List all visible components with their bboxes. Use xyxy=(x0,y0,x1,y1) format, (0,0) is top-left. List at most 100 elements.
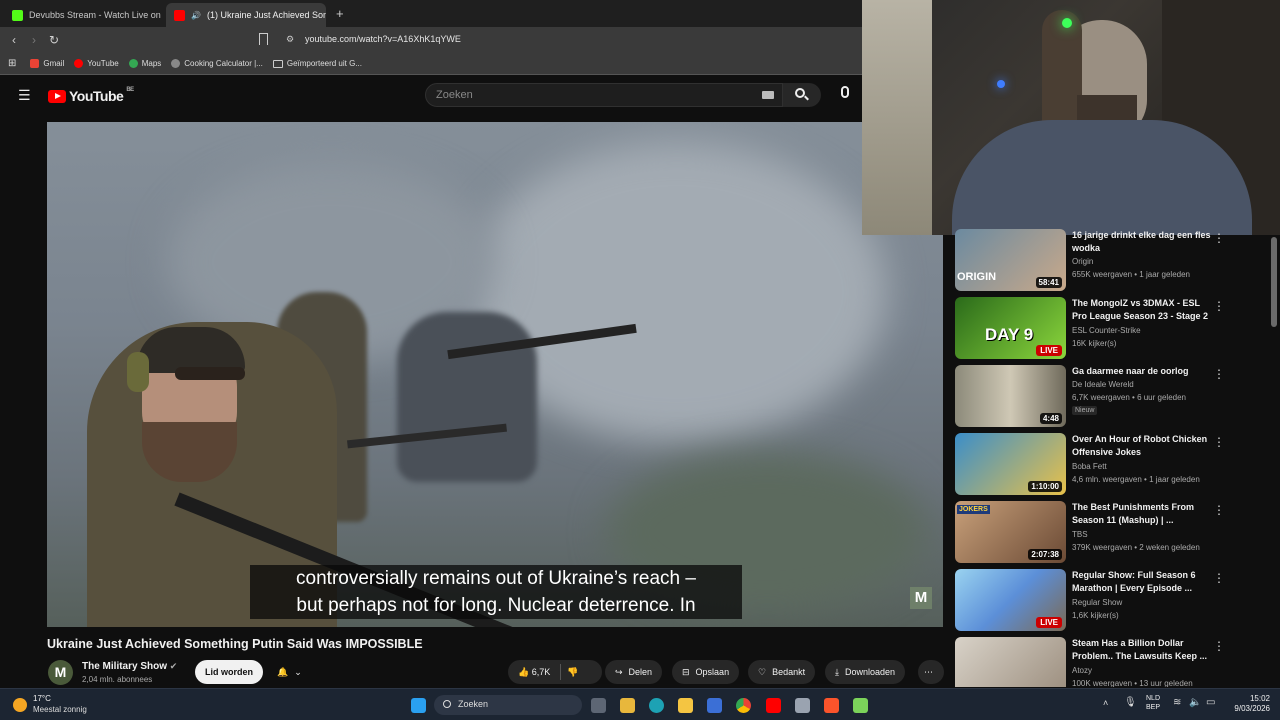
recommended-video[interactable]: 4:48 Ga daarmee naar de oorlog De Ideale… xyxy=(955,365,1277,427)
more-options-icon[interactable]: ⋮ xyxy=(1213,231,1225,245)
video-thumbnail[interactable]: 4:48 xyxy=(955,365,1066,427)
weather-sun-icon[interactable] xyxy=(13,698,27,712)
forward-button[interactable]: › xyxy=(24,33,44,47)
thanks-button[interactable]: ♡ Bedankt xyxy=(748,660,816,684)
video-title[interactable]: 16 jarige drinkt elke dag een fles wodka xyxy=(1072,229,1212,255)
calculator-icon[interactable] xyxy=(795,698,810,713)
more-options-icon[interactable]: ⋮ xyxy=(1213,435,1225,449)
channel-name[interactable]: Origin xyxy=(1072,257,1093,266)
video-title[interactable]: Steam Has a Billion Dollar Problem.. The… xyxy=(1072,637,1212,663)
search-button[interactable] xyxy=(783,83,821,107)
channel-name[interactable]: TBS xyxy=(1072,530,1088,539)
more-options-icon[interactable]: ⋮ xyxy=(1213,367,1225,381)
weather-temp[interactable]: 17°C xyxy=(33,694,51,703)
brave-browser-icon[interactable] xyxy=(824,698,839,713)
battery-icon[interactable]: ▭ xyxy=(1206,697,1215,708)
video-title[interactable]: The Best Punishments From Season 11 (Mas… xyxy=(1072,501,1212,527)
mail-icon[interactable] xyxy=(707,698,722,713)
recommended-video[interactable]: DAY 9 LIVE The MongolZ vs 3DMAX - ESL Pr… xyxy=(955,297,1277,359)
dislike-button[interactable]: 👎 xyxy=(567,667,578,678)
notifications-button[interactable]: 🔔 ⌄ xyxy=(267,660,312,684)
new-tab-button[interactable]: + xyxy=(336,6,344,21)
youtube-play-icon xyxy=(48,89,66,103)
microphone-icon[interactable] xyxy=(841,86,849,98)
windows-start-icon[interactable] xyxy=(411,698,426,713)
chrome-browser-icon[interactable] xyxy=(736,698,751,713)
share-button[interactable]: ↪ Delen xyxy=(605,660,663,684)
duration-badge: 58:41 xyxy=(1035,277,1062,288)
keyboard-icon[interactable] xyxy=(762,91,774,99)
microphone-tray-icon[interactable]: 🎙 xyxy=(1124,697,1137,708)
more-options-icon[interactable]: ⋮ xyxy=(1213,299,1225,313)
windows-taskbar: 17°C Meestal zonnig Zoeken ˄ 🎙 NLD BEP ≋… xyxy=(0,688,1280,720)
video-meta: 6,7K weergaven • 6 uur geleden xyxy=(1072,393,1186,402)
channel-name-main[interactable]: The Military Show ✔ xyxy=(82,661,177,672)
save-button[interactable]: ⊟ Opslaan xyxy=(672,660,740,684)
language-indicator[interactable]: NLD BEP xyxy=(1146,694,1160,712)
channel-avatar[interactable]: M xyxy=(48,660,73,685)
wifi-icon[interactable]: ≋ xyxy=(1173,697,1181,708)
tab-youtube-video[interactable]: 🔊 (1) Ukraine Just Achieved Som × xyxy=(166,3,326,27)
video-thumbnail[interactable]: LIVE xyxy=(955,569,1066,631)
video-thumbnail[interactable]: DAY 9 LIVE xyxy=(955,297,1066,359)
video-player[interactable]: controversially remains out of Ukraine’s… xyxy=(47,122,943,627)
clock[interactable]: 15:02 9/03/2026 xyxy=(1226,694,1270,714)
recommended-video[interactable]: LIVE Regular Show: Full Season 6 Maratho… xyxy=(955,569,1277,631)
video-meta: 16K kijker(s) xyxy=(1072,339,1117,348)
channel-watermark[interactable]: M xyxy=(910,587,932,609)
like-button[interactable]: 👍 6,7K xyxy=(518,667,550,678)
more-options-icon[interactable]: ⋮ xyxy=(1213,639,1225,653)
live-badge: LIVE xyxy=(1036,345,1062,356)
channel-name[interactable]: Atozy xyxy=(1072,666,1092,675)
join-button[interactable]: Lid worden xyxy=(195,660,263,684)
channel-name[interactable]: Regular Show xyxy=(1072,598,1122,607)
more-actions-button[interactable]: ⋯ xyxy=(918,660,944,684)
video-title[interactable]: Regular Show: Full Season 6 Marathon | E… xyxy=(1072,569,1212,595)
download-button[interactable]: ⤓ Downloaden xyxy=(825,660,906,684)
back-button[interactable]: ‹ xyxy=(4,33,24,47)
bookmark-cooking-calculator[interactable]: Cooking Calculator |... xyxy=(171,59,263,68)
video-title[interactable]: The MongolZ vs 3DMAX - ESL Pro League Se… xyxy=(1072,297,1212,323)
bookmark-folder-imported[interactable]: Geïmporteerd uit G... xyxy=(272,59,362,68)
logo-region: BE xyxy=(126,87,134,93)
weather-desc[interactable]: Meestal zonnig xyxy=(33,705,87,714)
youtube-app-icon[interactable] xyxy=(766,698,781,713)
video-thumbnail[interactable]: JOKERS 2:07:38 xyxy=(955,501,1066,563)
youtube-logo[interactable]: YouTube BE xyxy=(48,87,134,104)
obs-recording-icon[interactable] xyxy=(853,698,868,713)
bookmark-youtube[interactable]: YouTube xyxy=(74,59,119,68)
channel-name[interactable]: Boba Fett xyxy=(1072,462,1107,471)
taskbar-search[interactable]: Zoeken xyxy=(434,695,582,715)
recommended-video[interactable]: Steam Has a Billion Dollar Problem.. The… xyxy=(955,637,1277,687)
task-view-icon[interactable] xyxy=(591,698,606,713)
menu-hamburger-icon[interactable]: ☰ xyxy=(18,87,31,104)
volume-icon[interactable]: 🔈 xyxy=(1189,697,1201,708)
bookmark-icon[interactable] xyxy=(259,33,268,45)
video-thumbnail[interactable] xyxy=(955,637,1066,687)
video-title[interactable]: Ga daarmee naar de oorlog xyxy=(1072,365,1212,378)
sidebar-scrollbar[interactable] xyxy=(1271,237,1277,327)
recommended-video[interactable]: JOKERS 2:07:38 The Best Punishments From… xyxy=(955,501,1277,563)
bookmark-label: Cooking Calculator |... xyxy=(184,59,263,68)
channel-name[interactable]: ESL Counter-Strike xyxy=(1072,326,1141,335)
more-options-icon[interactable]: ⋮ xyxy=(1213,571,1225,585)
video-thumbnail[interactable]: 1:10:00 xyxy=(955,433,1066,495)
tab-devubbs-stream[interactable]: Devubbs Stream - Watch Live on xyxy=(4,3,162,27)
recommended-video[interactable]: ORIGIN 58:41 16 jarige drinkt elke dag e… xyxy=(955,229,1277,291)
url-field[interactable]: youtube.com/watch?v=A16XhK1qYWE xyxy=(305,34,461,44)
bookmark-maps[interactable]: Maps xyxy=(128,59,161,68)
search-input[interactable]: Zoeken xyxy=(425,83,783,107)
video-title[interactable]: Over An Hour of Robot Chicken Offensive … xyxy=(1072,433,1212,459)
recommended-video[interactable]: 1:10:00 Over An Hour of Robot Chicken Of… xyxy=(955,433,1277,495)
chevron-up-icon[interactable]: ˄ xyxy=(1103,698,1108,708)
edge-browser-icon[interactable] xyxy=(649,698,664,713)
store-icon[interactable] xyxy=(620,698,635,713)
video-thumbnail[interactable]: ORIGIN 58:41 xyxy=(955,229,1066,291)
apps-grid-icon[interactable]: ⊞ xyxy=(8,58,16,69)
reload-button[interactable]: ↻ xyxy=(44,33,64,47)
file-explorer-icon[interactable] xyxy=(678,698,693,713)
channel-name[interactable]: De Ideale Wereld xyxy=(1072,380,1134,389)
site-info-icon[interactable]: ⚙ xyxy=(286,34,294,45)
bookmark-gmail[interactable]: Gmail xyxy=(30,59,64,68)
more-options-icon[interactable]: ⋮ xyxy=(1213,503,1225,517)
